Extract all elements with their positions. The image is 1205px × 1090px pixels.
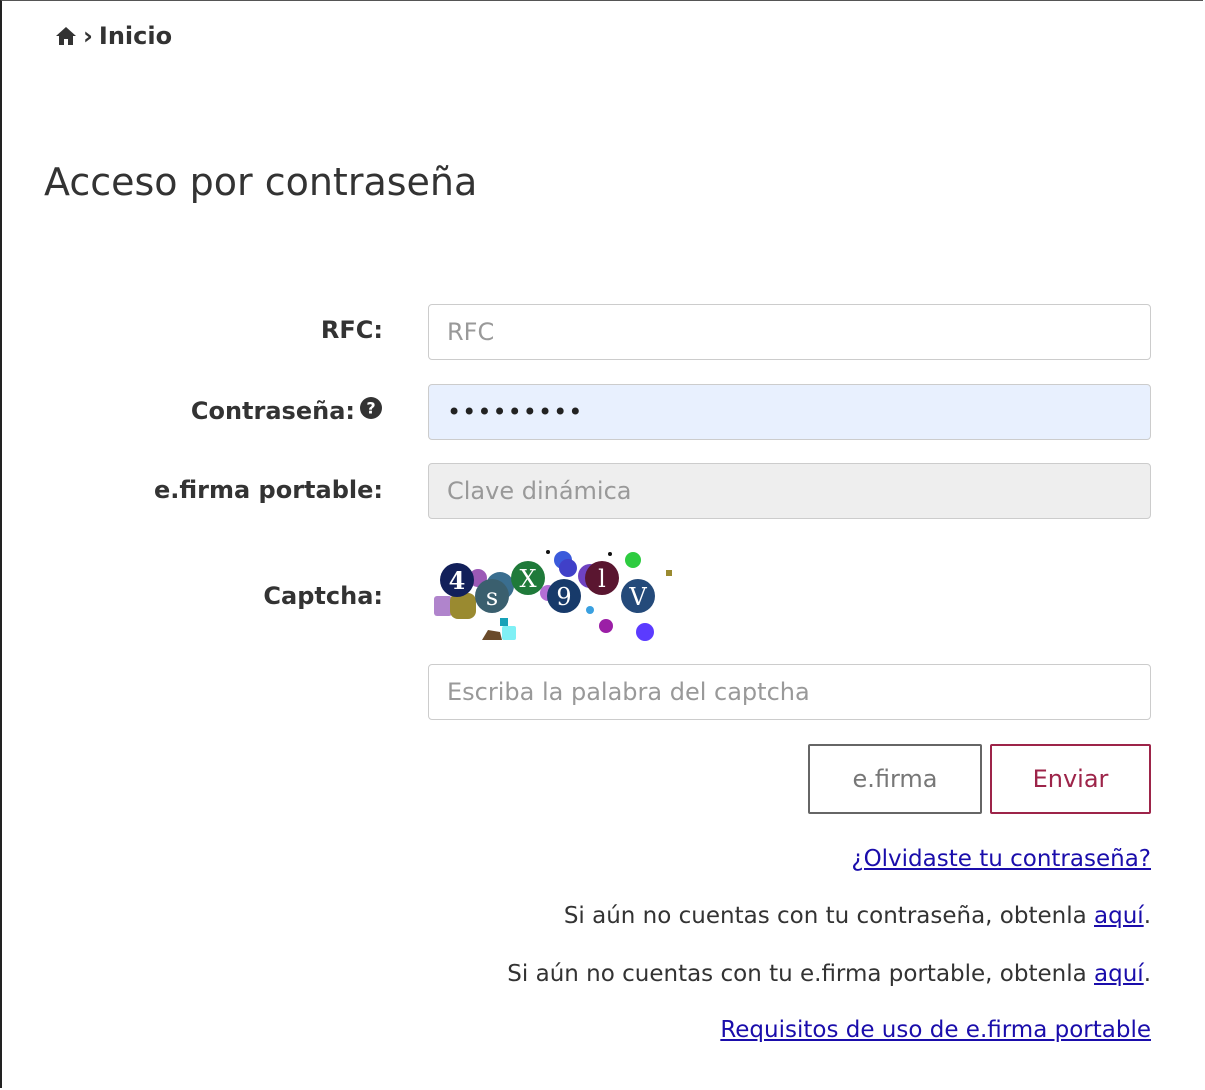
rfc-input[interactable]: [428, 304, 1151, 360]
breadcrumb: › Inicio: [55, 22, 172, 50]
svg-text:s: s: [486, 583, 498, 611]
svg-text:V: V: [628, 583, 647, 611]
efirma-portable-input: [428, 463, 1151, 519]
svg-text:9: 9: [556, 583, 571, 611]
svg-text:X: X: [519, 565, 536, 593]
svg-text:?: ?: [366, 399, 375, 418]
breadcrumb-current: Inicio: [98, 22, 173, 50]
svg-text:4: 4: [449, 566, 466, 595]
password-label-text: Contraseña:: [190, 397, 355, 425]
efirma-portable-label-text: e.firma portable:: [153, 476, 383, 504]
captcha-input[interactable]: [428, 664, 1151, 720]
captcha-image: 4 s X 9 l V: [434, 550, 672, 641]
page-title: Acceso por contraseña: [44, 160, 478, 204]
requirements-link[interactable]: Requisitos de uso de e.firma portable: [720, 1017, 1151, 1043]
captcha-label: Captcha:: [263, 582, 383, 610]
rfc-label-text: RFC:: [320, 316, 383, 344]
home-icon[interactable]: [55, 26, 77, 46]
svg-text:l: l: [598, 565, 606, 593]
no-efirma-link[interactable]: aquí: [1094, 961, 1144, 987]
no-efirma-line: Si aún no cuentas con tu e.firma portabl…: [507, 961, 1151, 987]
enviar-button[interactable]: Enviar: [990, 744, 1151, 814]
breadcrumb-separator: ›: [83, 22, 93, 50]
forgot-password-link[interactable]: ¿Olvidaste tu contraseña?: [851, 846, 1151, 872]
no-efirma-period: .: [1143, 961, 1151, 987]
efirma-button[interactable]: e.firma: [808, 744, 982, 814]
efirma-portable-label: e.firma portable:: [154, 476, 383, 504]
question-circle-icon[interactable]: ?: [359, 396, 383, 426]
rfc-label: RFC:: [321, 316, 383, 344]
no-password-text: Si aún no cuentas con tu contraseña, obt…: [563, 903, 1095, 929]
no-password-period: .: [1143, 903, 1151, 929]
password-label: Contraseña: ?: [191, 396, 383, 426]
no-password-link[interactable]: aquí: [1094, 903, 1144, 929]
no-password-line: Si aún no cuentas con tu contraseña, obt…: [564, 903, 1151, 929]
password-input[interactable]: [428, 384, 1151, 440]
captcha-label-text: Captcha:: [263, 582, 383, 610]
no-efirma-text: Si aún no cuentas con tu e.firma portabl…: [507, 961, 1095, 987]
